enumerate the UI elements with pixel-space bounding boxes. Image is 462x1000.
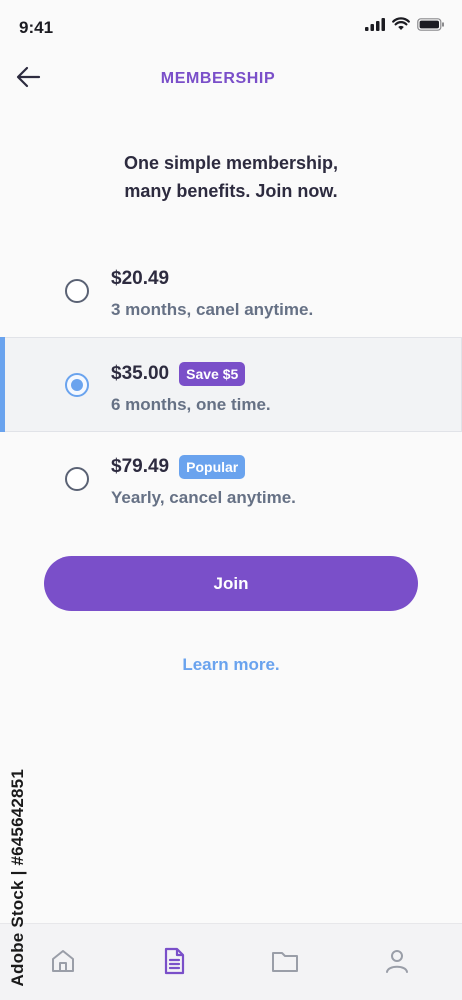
plan-price-row: $20.49 bbox=[111, 266, 169, 292]
status-icons bbox=[365, 17, 445, 36]
status-bar: 9:41 bbox=[0, 0, 462, 52]
battery-icon bbox=[417, 17, 445, 36]
user-icon bbox=[382, 950, 412, 980]
plan-price: $79.49 bbox=[111, 456, 170, 477]
tab-profile[interactable] bbox=[382, 946, 412, 976]
save-badge: Save $5 bbox=[179, 362, 246, 386]
plan-price-row: $79.49 Popular bbox=[111, 454, 246, 480]
document-icon bbox=[159, 947, 189, 980]
page-title: MEMBERSHIP bbox=[160, 70, 276, 87]
home-icon bbox=[48, 950, 78, 980]
radio-button-selected[interactable] bbox=[65, 372, 89, 397]
plan-price: $35.00 bbox=[111, 363, 170, 384]
headline-line-2: many benefits. Join now. bbox=[124, 181, 338, 201]
header: MEMBERSHIP bbox=[0, 52, 462, 108]
radio-button[interactable] bbox=[65, 278, 89, 303]
radio-button[interactable] bbox=[65, 466, 89, 491]
plan-price: $20.49 bbox=[111, 268, 170, 289]
plan-price-row: $35.00 Save $5 bbox=[111, 361, 246, 387]
plan-option-3-months[interactable]: $20.49 3 months, canel anytime. bbox=[0, 243, 462, 338]
tab-home[interactable] bbox=[48, 946, 78, 976]
tab-bar bbox=[0, 923, 462, 1000]
popular-badge: Popular bbox=[179, 455, 246, 479]
wifi-icon bbox=[392, 17, 410, 36]
join-button[interactable]: Join bbox=[44, 556, 418, 611]
headline: One simple membership, many benefits. Jo… bbox=[0, 149, 462, 205]
tab-folder[interactable] bbox=[270, 946, 300, 976]
plan-option-6-months[interactable]: $35.00 Save $5 6 months, one time. bbox=[0, 337, 462, 432]
headline-line-1: One simple membership, bbox=[123, 153, 339, 173]
plan-description: 6 months, one time. bbox=[111, 395, 271, 414]
status-time: 9:41 bbox=[19, 18, 54, 37]
learn-more-link[interactable]: Learn more. bbox=[0, 655, 462, 675]
tab-documents[interactable] bbox=[159, 946, 189, 976]
folder-icon bbox=[270, 952, 300, 980]
plan-description: Yearly, cancel anytime. bbox=[111, 488, 296, 507]
watermark-text: Adobe Stock | #645642851 bbox=[8, 768, 27, 986]
signal-icon bbox=[365, 17, 385, 36]
plan-option-yearly[interactable]: $79.49 Popular Yearly, cancel anytime. bbox=[0, 431, 462, 526]
plan-description: 3 months, canel anytime. bbox=[111, 300, 314, 319]
